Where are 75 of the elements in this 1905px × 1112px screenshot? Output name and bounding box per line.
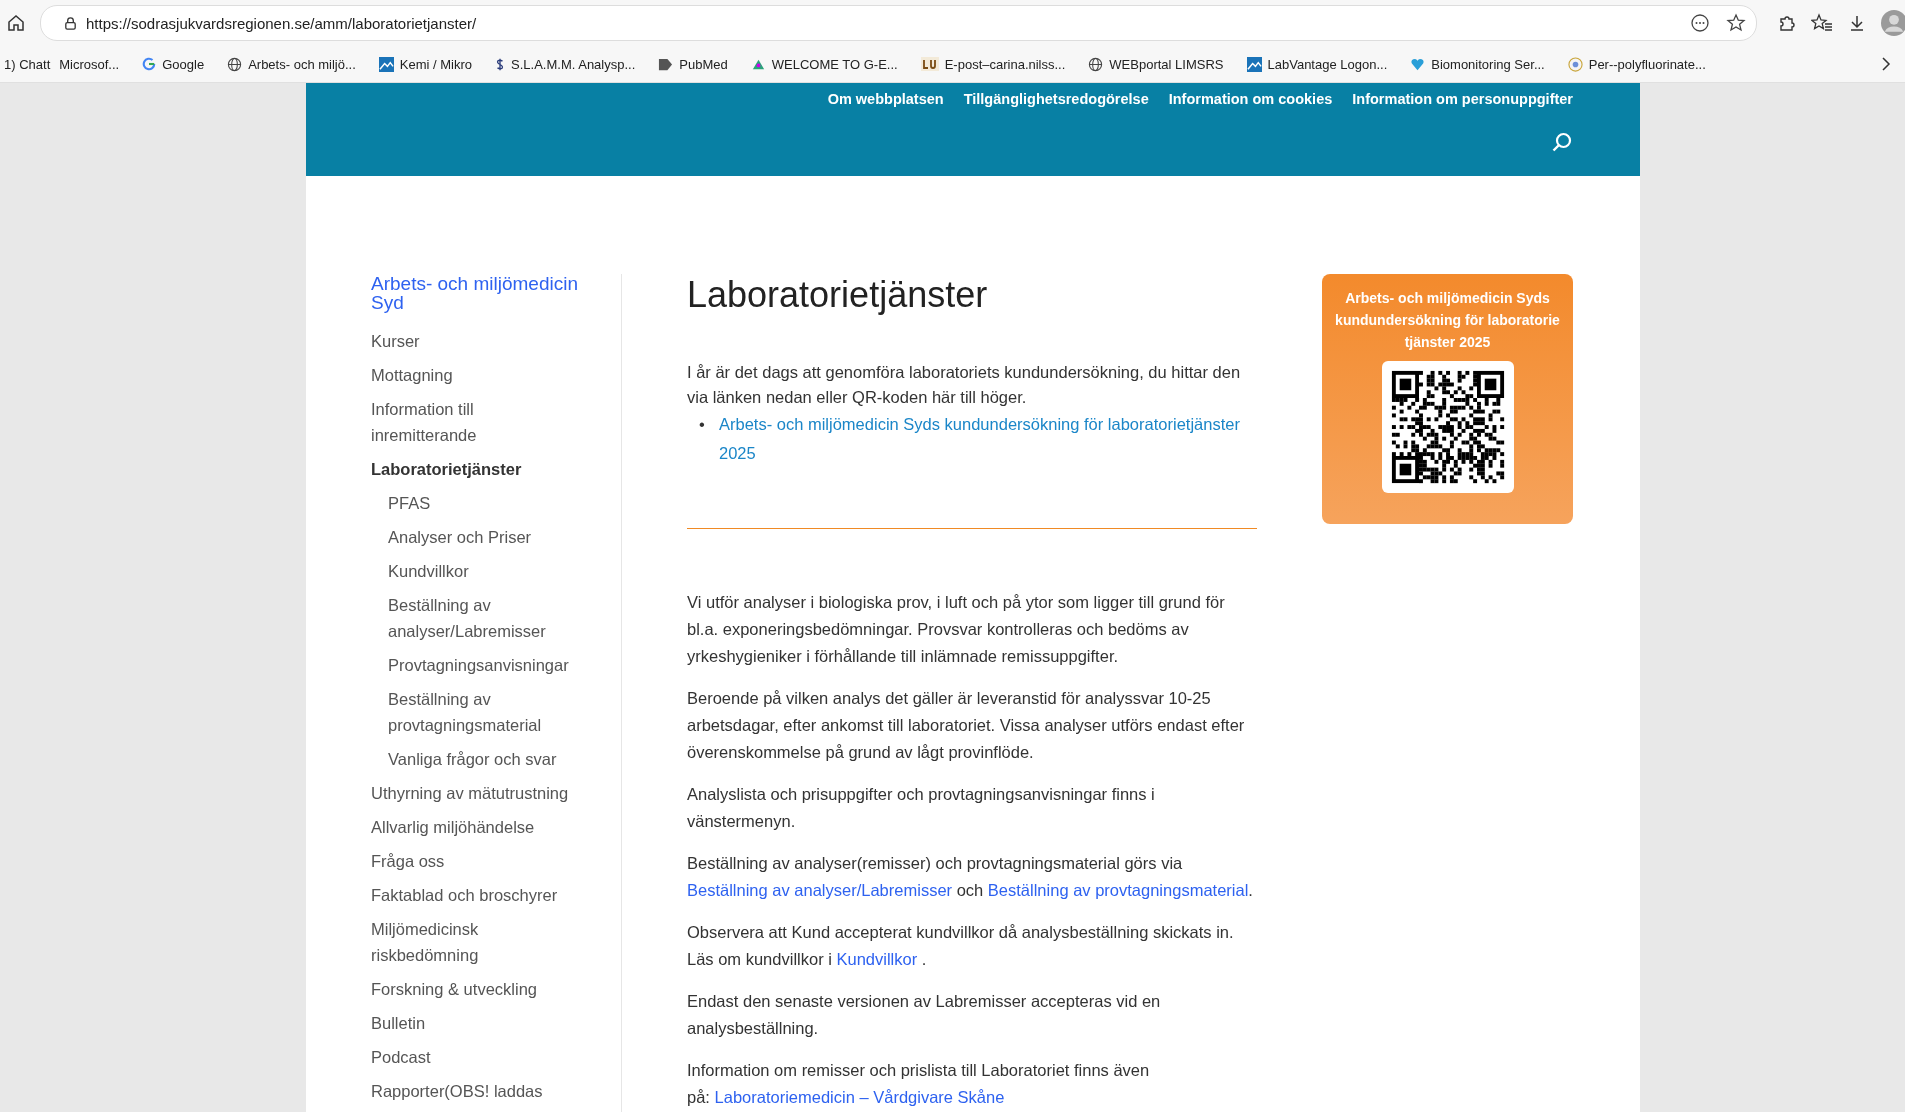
paragraph: Beställning av analyser(remisser) och provtagningsmaterial görs via Beställning av analyser/Labremisser och Beställning av provtagningsmaterial.: [687, 853, 1254, 901]
sidebar-subitem[interactable]: Beställning av provtagningsmaterial: [371, 686, 588, 738]
lock-icon[interactable]: [63, 15, 78, 31]
bookmark[interactable]: PubMed: [658, 56, 728, 72]
sidebar-subitem[interactable]: PFAS: [371, 490, 588, 516]
pubmed-icon: [658, 56, 674, 72]
globe-icon: [1088, 56, 1104, 72]
header-link[interactable]: Om webbplatsen: [827, 91, 944, 107]
sidebar-subitem[interactable]: Vanliga frågor och svar: [371, 746, 588, 772]
paragraph: Observera att Kund accepterat kundvillkor då analysbeställning skickats in. Läs om kundvillkor i Kundvillkor .: [687, 922, 1235, 970]
puzzle-icon[interactable]: [1777, 13, 1797, 33]
heart-icon: [1410, 56, 1426, 72]
header-link[interactable]: Tillgänglighetsredogörelse: [963, 91, 1149, 107]
paragraph: Analyslista och prisuppgifter och provtagningsanvisningar finns i vänstermenyn.: [687, 784, 1156, 832]
star-icon[interactable]: [1726, 13, 1746, 33]
bullet: •: [699, 414, 706, 435]
sidebar-item[interactable]: Miljömedicinsk riskbedömning: [371, 916, 571, 968]
text-link[interactable]: Beställning av provtagningsmaterial: [987, 881, 1249, 899]
sidebar-item[interactable]: Faktablad och broschyrer: [371, 882, 571, 908]
bookmark[interactable]: Arbets- och miljö...: [227, 56, 356, 72]
bookmark[interactable]: Per--polyfluorinate...: [1567, 56, 1706, 72]
bookmark[interactable]: Microsof...: [59, 56, 120, 72]
mountain-icon: [1246, 56, 1262, 72]
text-link[interactable]: Laboratoriemedicin – Vårdgivare Skåne: [714, 1088, 1005, 1106]
search-icon[interactable]: [1551, 131, 1573, 153]
bookmark[interactable]: E-post–carina.nilss...: [920, 56, 1066, 72]
globe-icon: [227, 56, 243, 72]
survey-link[interactable]: Arbets- och miljömedicin Syds kundundersökning för laboratorietjänster 2025: [719, 410, 1257, 468]
bookmark[interactable]: S.L.A.M.M. Analysp...: [495, 56, 636, 72]
paragraph: Vi utför analyser i biologiska prov, i luft och på ytor som ligger till grund för bl.a. exponeringsbedömningar. Provsvar kontrolleras och bedöms av yrkeshygieniker i förhållande till inlämnade remissuppgifter.: [687, 592, 1226, 667]
sidebar-item[interactable]: Information till inremitterande: [371, 396, 571, 448]
bookmark[interactable]: WEBportal LIMSRS: [1088, 56, 1224, 72]
sidebar-subitem[interactable]: Provtagningsanvisningar: [371, 652, 588, 678]
sidebar-item[interactable]: Rapporter(OBS! laddas: [371, 1078, 571, 1104]
page-title: Laboratorietjänster: [687, 274, 989, 316]
sidebar-subitem[interactable]: Analyser och Priser: [371, 524, 588, 550]
sidebar-item[interactable]: Podcast: [371, 1044, 571, 1070]
bookmark[interactable]: Google: [142, 56, 205, 72]
card-title: Arbets- och miljömedicin Syds kundundersökning för laboratorie tjänster 2025: [1334, 289, 1561, 352]
sidebar-title-link[interactable]: Arbets- och miljömedicin Syd: [371, 274, 591, 312]
sidebar-item[interactable]: Mottagning: [371, 362, 571, 388]
paragraph: Beroende på vilken analys det gäller är leveranstid för analyssvar 10-25 arbetsdagar, efter ankomst till laboratoriet. Vissa analyser utförs endast efter överenskommelse på grund av lågt provinflöde.: [687, 688, 1246, 763]
sidebar-item[interactable]: Fråga oss: [371, 848, 571, 874]
profile-avatar-icon[interactable]: [1881, 10, 1905, 36]
chevron-right-icon[interactable]: [1881, 56, 1891, 72]
sidebar-subitem[interactable]: Beställning av analyser/Labremisser: [371, 592, 588, 644]
bookmark[interactable]: Kemi / Mikro: [378, 56, 473, 72]
sidebar-item[interactable]: Allvarlig miljöhändelse: [371, 814, 571, 840]
dollar-icon: [495, 56, 506, 72]
favorites-icon[interactable]: [1811, 13, 1833, 33]
home-icon[interactable]: [6, 13, 26, 33]
intro-paragraph: I år är det dags att genomföra laboratoriets kundundersökning, du hittar den via länken nedan eller QR-koden här till höger.: [687, 362, 1242, 408]
bookmark[interactable]: Biomonitoring Ser...: [1410, 56, 1545, 72]
bookmark[interactable]: 1) Chatt: [4, 56, 51, 72]
sidebar-item[interactable]: Laboratorietjänster: [371, 456, 571, 482]
header-link[interactable]: Information om personuppgifter: [1352, 91, 1573, 107]
bookmark[interactable]: WELCOME TO G-E...: [750, 56, 898, 72]
bookmark[interactable]: LabVantage Logon...: [1246, 56, 1388, 72]
lu-logo-icon: [920, 57, 939, 71]
sidebar-item[interactable]: Forskning & utveckling: [371, 976, 571, 1002]
address-bar[interactable]: https://sodrasjukvardsregionen.se/amm/laboratorietjanster/: [40, 5, 1757, 41]
paragraph: Information om remisser och prislista till Laboratoriet finns även på: Laboratoriemedicin – Vårdgivare Skåne: [687, 1060, 1151, 1108]
sidebar-item[interactable]: Kurser: [371, 328, 571, 354]
mountain-icon: [378, 56, 394, 72]
more-options-icon[interactable]: [1690, 13, 1710, 33]
url-text: https://sodrasjukvardsregionen.se/amm/laboratorietjanster/: [86, 14, 477, 32]
circle-logo-icon: [1567, 56, 1583, 72]
sidebar-subitem[interactable]: Kundvillkor: [371, 558, 588, 584]
paragraph: Endast den senaste versionen av Labremisser accepteras vid en analysbeställning.: [687, 991, 1162, 1039]
header-link[interactable]: Information om cookies: [1168, 91, 1333, 107]
text-link[interactable]: Kundvillkor: [836, 950, 918, 968]
sidebar-item[interactable]: Uthyrning av mätutrustning: [371, 780, 571, 806]
g-logo-icon: [142, 57, 157, 71]
text-link[interactable]: Beställning av analyser/Labremisser: [687, 881, 953, 899]
sidebar-item[interactable]: Bulletin: [371, 1010, 571, 1036]
